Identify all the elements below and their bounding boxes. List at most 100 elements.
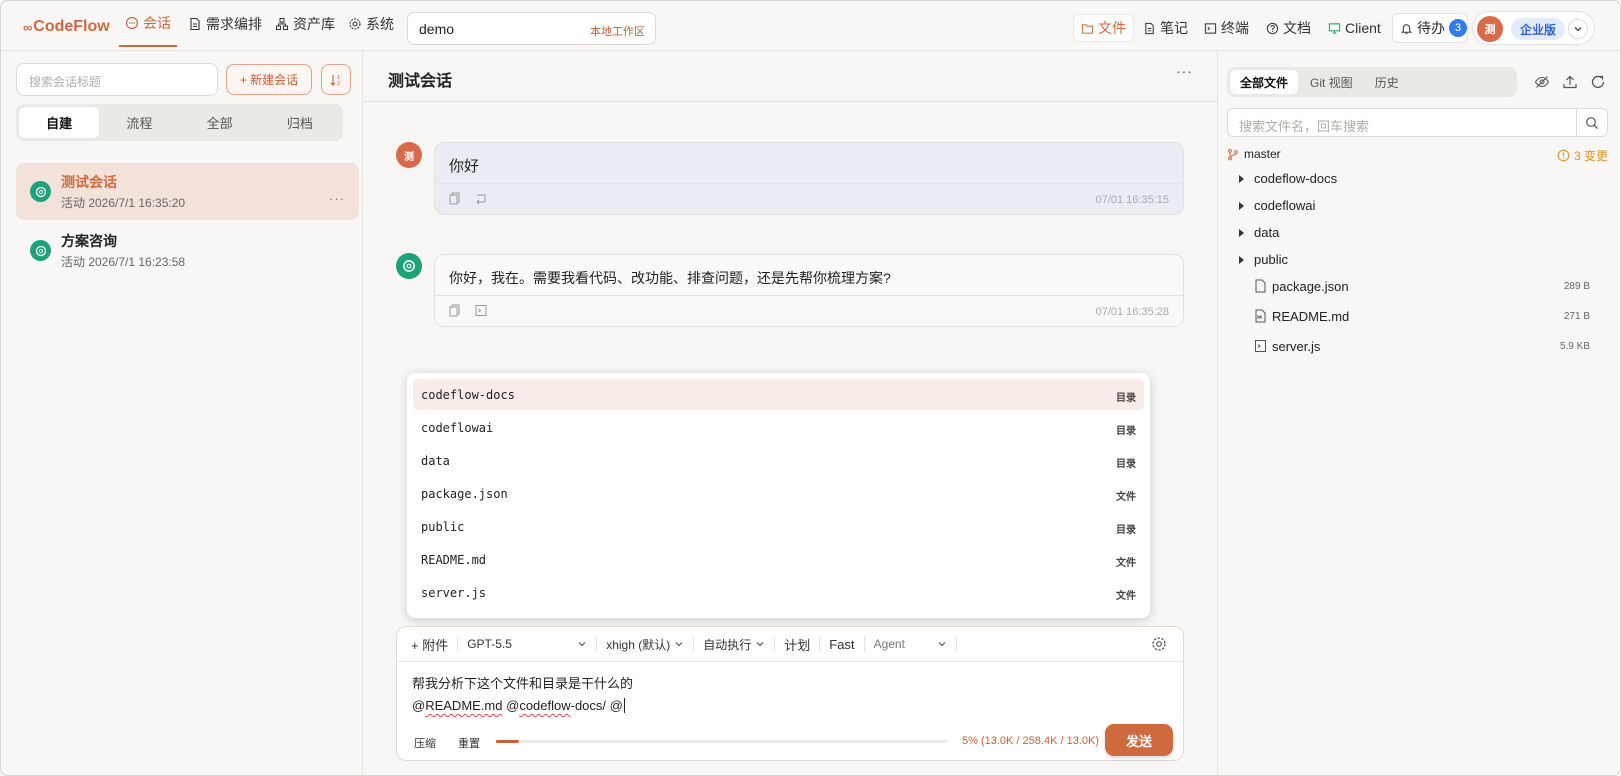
mode-select[interactable]: Agent <box>865 636 957 652</box>
avatar: 测 <box>1477 16 1503 42</box>
reset-button[interactable]: 重置 <box>458 735 480 751</box>
exec-select[interactable]: 自动执行 <box>694 636 776 652</box>
file-search-input[interactable]: 搜索文件名，回车搜索 <box>1227 108 1608 137</box>
nav-requirements[interactable]: 需求编排 <box>182 1 268 47</box>
tab-files[interactable]: 文件 <box>1073 14 1134 42</box>
chevron-down-icon[interactable] <box>1568 19 1588 39</box>
model-select[interactable]: GPT-5.5 <box>458 636 598 652</box>
copy-icon[interactable] <box>449 192 461 205</box>
tree-file[interactable]: package.json 289 B <box>1218 274 1620 300</box>
warning-icon <box>1557 149 1570 162</box>
tree-file[interactable]: server.js 5.9 KB <box>1218 334 1620 360</box>
git-branch[interactable]: master <box>1227 147 1281 161</box>
filter-flow[interactable]: 流程 <box>99 107 179 138</box>
script-file-icon <box>1255 340 1266 352</box>
chat-title: 测试会话 <box>388 73 453 90</box>
account-menu[interactable]: 测 企业版 <box>1472 11 1595 45</box>
compress-button[interactable]: 压缩 <box>414 735 436 751</box>
user-message: 你好 07/01 16:35:15 <box>434 142 1184 215</box>
filter-archived[interactable]: 归档 <box>260 107 340 138</box>
caret-right-icon <box>1239 175 1244 183</box>
todo-button[interactable]: 待办 3 <box>1392 13 1468 43</box>
terminal-icon[interactable] <box>475 304 487 317</box>
sort-icon: 12 <box>330 74 340 87</box>
session-item[interactable]: 方案咨询 活动 2026/7/1 16:23:58 <box>16 222 359 279</box>
composer-input[interactable]: 帮我分析下这个文件和目录是干什么的 @README.md @codeflow-d… <box>412 673 633 717</box>
file-panel: 全部文件 Git 视图 历史 搜索文件名，回车搜索 master 3 变更 co… <box>1217 51 1620 775</box>
message-time: 07/01 16:35:15 <box>1095 194 1169 206</box>
context-usage-text: 5% (13.0K / 258.4K / 13.0K) <box>962 735 1099 747</box>
nav-chat[interactable]: 会话 <box>119 1 177 47</box>
tab-all-files[interactable]: 全部文件 <box>1230 70 1299 94</box>
chat-header: 测试会话 ··· <box>363 51 1217 102</box>
plan-toggle[interactable]: 计划 <box>775 636 821 653</box>
workspace-selector[interactable]: demo 本地工作区 <box>407 12 656 45</box>
fast-toggle[interactable]: Fast <box>820 636 865 652</box>
message-text: 你好，我在。需要我看代码、改功能、排查问题，还是先帮你梳理方案? <box>449 270 891 286</box>
file-icon <box>1255 279 1266 293</box>
svg-text:2: 2 <box>337 81 340 87</box>
plan-badge: 企业版 <box>1511 18 1566 40</box>
session-search-input[interactable]: 搜索会话标题 <box>16 63 218 96</box>
hierarchy-icon <box>276 18 288 30</box>
gear-icon <box>349 18 361 30</box>
refresh-icon[interactable] <box>1590 74 1606 90</box>
copy-icon[interactable] <box>449 304 461 317</box>
effort-select[interactable]: xhigh (默认) <box>597 636 695 652</box>
nav-system[interactable]: 系统 <box>342 1 400 47</box>
bell-icon <box>1401 23 1412 34</box>
more-icon[interactable]: ··· <box>329 191 345 206</box>
settings-gear-icon[interactable] <box>1151 636 1167 652</box>
session-filter-tabs: 自建 流程 全部 归档 <box>16 104 343 141</box>
chat-icon <box>125 16 139 30</box>
document-icon <box>190 17 200 31</box>
nav-assets[interactable]: 资产库 <box>269 1 341 47</box>
tab-git-view[interactable]: Git 视图 <box>1300 70 1363 94</box>
composer-footer: 压缩 重置 5% (13.0K / 258.4K / 13.0K) 发送 <box>397 724 1183 757</box>
session-time: 活动 2026/7/1 16:35:20 <box>61 196 186 210</box>
tab-history[interactable]: 历史 <box>1365 70 1409 94</box>
mention-option[interactable]: README.md 文件 <box>413 544 1144 575</box>
mention-option[interactable]: public 目录 <box>413 511 1144 542</box>
filter-all[interactable]: 全部 <box>180 107 260 138</box>
filter-own[interactable]: 自建 <box>19 107 100 138</box>
tree-folder[interactable]: codeflow-docs <box>1218 166 1620 192</box>
session-item[interactable]: 测试会话 活动 2026/7/1 16:35:20 ··· <box>16 163 359 220</box>
context-usage-bar <box>496 740 947 743</box>
app-logo[interactable]: ∞ CodeFlow <box>23 18 110 36</box>
tree-folder[interactable]: data <box>1218 220 1620 246</box>
caret-right-icon <box>1239 202 1244 210</box>
monitor-icon <box>1328 22 1341 34</box>
attach-button[interactable]: + 附件 <box>397 636 459 653</box>
composer-toolbar: + 附件 GPT-5.5 xhigh (默认) 自动执行 计划 Fast Age… <box>397 627 1183 662</box>
git-branch-icon <box>1228 148 1238 160</box>
tab-notes[interactable]: 笔记 <box>1136 14 1195 42</box>
message-text: 你好 <box>449 158 480 175</box>
user-avatar: 测 <box>396 142 422 168</box>
sort-button[interactable]: 12 <box>321 64 351 95</box>
new-session-button[interactable]: + 新建会话 <box>226 64 312 95</box>
tab-terminal[interactable]: 终端 <box>1197 14 1256 42</box>
more-icon[interactable]: ··· <box>1176 63 1193 79</box>
git-changes[interactable]: 3 变更 <box>1557 147 1608 164</box>
mention-option[interactable]: package.json 文件 <box>413 478 1144 509</box>
caret-right-icon <box>1239 229 1244 237</box>
markdown-file-icon <box>1255 309 1266 323</box>
mention-dropdown: codeflow-docs 目录 codeflowai 目录 data 目录 pack… <box>407 373 1150 618</box>
search-icon[interactable] <box>1576 109 1607 136</box>
send-button[interactable]: 发送 <box>1105 724 1173 756</box>
mention-option[interactable]: codeflowai 目录 <box>413 412 1144 443</box>
tree-file[interactable]: README.md 271 B <box>1218 304 1620 330</box>
tab-docs[interactable]: 文档 <box>1259 14 1318 42</box>
chevron-down-icon <box>675 642 683 647</box>
tree-folder[interactable]: public <box>1218 247 1620 273</box>
rollback-icon[interactable] <box>475 192 487 205</box>
mention-option[interactable]: data 目录 <box>413 445 1144 476</box>
mention-option[interactable]: server.js 文件 <box>413 577 1144 608</box>
assistant-logo-icon <box>30 240 51 261</box>
tree-folder[interactable]: codeflowai <box>1218 193 1620 219</box>
mention-option[interactable]: codeflow-docs 目录 <box>413 379 1144 410</box>
hide-icon[interactable] <box>1534 74 1550 90</box>
upload-icon[interactable] <box>1562 74 1578 90</box>
tab-client[interactable]: Client <box>1321 14 1388 42</box>
